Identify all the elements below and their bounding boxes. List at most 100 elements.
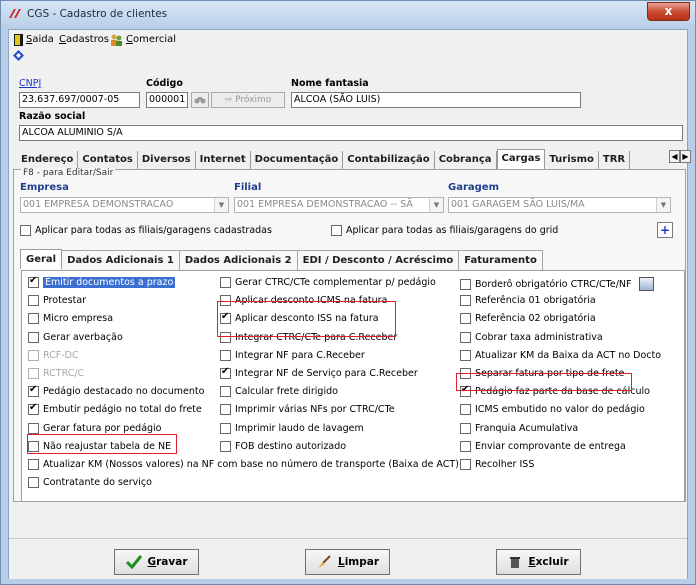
col1-checkbox-8[interactable]: Gerar fatura por pedágio bbox=[28, 422, 162, 434]
toolbar bbox=[9, 49, 687, 65]
empresa-label: Empresa bbox=[20, 182, 69, 193]
binoculars-button[interactable] bbox=[191, 92, 209, 108]
col3-checkbox-7[interactable]: ICMS embutido no valor do pedágio bbox=[460, 404, 645, 416]
navigate-icon[interactable] bbox=[13, 50, 24, 61]
tab-scroll-left-button[interactable]: ◀ bbox=[669, 150, 680, 163]
checkbox-box bbox=[460, 349, 471, 361]
excluir-button[interactable]: Excluir bbox=[496, 549, 581, 575]
garagem-label: Garagem bbox=[448, 182, 499, 193]
add-button[interactable]: + bbox=[657, 222, 673, 238]
col2-checkbox-7[interactable]: Imprimir várias NFs por CTRC/CTe bbox=[220, 404, 395, 416]
aplicar-cadastradas-checkbox[interactable]: Aplicar para todas as filiais/garagens c… bbox=[20, 225, 272, 236]
gravar-button[interactable]: Gravar bbox=[114, 549, 199, 575]
subtab-faturamento[interactable]: Faturamento bbox=[459, 250, 543, 270]
people-icon bbox=[111, 34, 122, 46]
checkbox-box bbox=[460, 422, 471, 434]
tab-diversos[interactable]: Diversos bbox=[138, 151, 196, 170]
cnpj-field[interactable]: 23.637.697/0007-05 bbox=[19, 92, 140, 108]
checkbox-label: Franquia Acumulativa bbox=[475, 422, 579, 434]
col3-checkbox-3[interactable]: Cobrar taxa administrativa bbox=[460, 331, 603, 343]
col2-checkbox-5[interactable]: Integrar NF de Serviço para C.Receber bbox=[220, 366, 418, 379]
razao-social-label: Razão social bbox=[19, 111, 86, 122]
checkbox-box bbox=[28, 331, 39, 343]
checkbox-box bbox=[220, 440, 231, 452]
nome-fantasia-field[interactable]: ALCOA (SÃO LUIS) bbox=[291, 92, 581, 108]
checkbox-box bbox=[460, 440, 471, 452]
subtab-geral[interactable]: Geral bbox=[20, 249, 63, 269]
exit-door-icon bbox=[14, 33, 23, 46]
title-bar[interactable]: CGS - Cadastro de clientes x bbox=[1, 1, 695, 28]
col3-checkbox-0[interactable]: Borderô obrigatório CTRC/CTe/NF bbox=[460, 277, 655, 291]
subtab-dados-adicionais-2[interactable]: Dados Adicionais 2 bbox=[179, 250, 298, 270]
col1-checkbox-4[interactable]: RCF-DC bbox=[28, 349, 79, 361]
checkbox-label: Cobrar taxa administrativa bbox=[475, 331, 603, 343]
tab-cargas[interactable]: Cargas bbox=[496, 149, 546, 170]
checkbox-box bbox=[460, 278, 471, 290]
checkbox-label: Embutir pedágio no total do frete bbox=[43, 404, 202, 416]
col2-checkbox-0[interactable]: Gerar CTRC/CTe complementar p/ pedágio bbox=[220, 277, 436, 288]
checkbox-label: Integrar NF para C.Receber bbox=[235, 349, 365, 361]
col1-checkbox-10[interactable]: Atualizar KM (Nossos valores) na NF com … bbox=[28, 459, 459, 470]
col2-checkbox-9[interactable]: FOB destino autorizado bbox=[220, 440, 347, 452]
tab-cobran-a[interactable]: Cobrança bbox=[435, 151, 497, 170]
calculator-icon[interactable] bbox=[639, 277, 655, 291]
tab-internet[interactable]: Internet bbox=[196, 151, 251, 170]
proximo-button[interactable]: ⇨ Próximo bbox=[211, 92, 285, 108]
checkbox-label: Atualizar KM da Baixa da ACT no Docto bbox=[475, 349, 662, 361]
filial-label: Filial bbox=[234, 182, 262, 193]
broom-icon bbox=[317, 555, 331, 568]
tab-scroll-right-button[interactable]: ▶ bbox=[680, 150, 691, 163]
empresa-combo[interactable]: 001 EMPRESA DEMONSTRACAO ▼ bbox=[20, 197, 229, 213]
checkbox-label: Gerar averbação bbox=[43, 331, 123, 343]
col1-checkbox-1[interactable]: Protestar bbox=[28, 295, 86, 307]
close-button[interactable]: x bbox=[647, 2, 690, 21]
tab-documenta-o[interactable]: Documentação bbox=[251, 151, 344, 170]
col3-checkbox-9[interactable]: Enviar comprovante de entrega bbox=[460, 440, 626, 452]
checkbox-label: Imprimir laudo de lavagem bbox=[235, 422, 364, 434]
checkbox-label: FOB destino autorizado bbox=[235, 440, 347, 452]
tab-scroll-arrows: ◀ ▶ bbox=[669, 150, 691, 163]
tab-contabiliza-o[interactable]: Contabilização bbox=[343, 151, 435, 170]
col1-checkbox-7[interactable]: Embutir pedágio no total do frete bbox=[28, 402, 202, 416]
button-bar: Gravar Limpar Excluir bbox=[9, 538, 687, 579]
limpar-button[interactable]: Limpar bbox=[305, 549, 390, 575]
col3-checkbox-4[interactable]: Atualizar KM da Baixa da ACT no Docto bbox=[460, 349, 662, 361]
window-title: CGS - Cadastro de clientes bbox=[27, 8, 168, 20]
col1-checkbox-3[interactable]: Gerar averbação bbox=[28, 331, 123, 343]
cnpj-label[interactable]: CNPJ bbox=[19, 78, 41, 89]
filial-combo[interactable]: 001 EMPRESA DEMONSTRACAO -- SÃ ▼ bbox=[234, 197, 444, 213]
aplicar-grid-checkbox[interactable]: Aplicar para todas as filiais/garagens d… bbox=[331, 225, 558, 236]
subtab-edi-desconto-acr-scimo[interactable]: EDI / Desconto / Acréscimo bbox=[297, 250, 460, 270]
checkbox-box bbox=[28, 402, 39, 416]
col3-checkbox-2[interactable]: Referência 02 obrigatória bbox=[460, 313, 596, 325]
checkbox-label: Referência 02 obrigatória bbox=[475, 313, 596, 325]
checkbox-box bbox=[220, 404, 231, 416]
garagem-combo[interactable]: 001 GARAGEM SÃO LUIS/MA ▼ bbox=[448, 197, 671, 213]
col2-checkbox-6[interactable]: Calcular frete dirigido bbox=[220, 386, 338, 398]
menu-comercial[interactable]: Comercial bbox=[110, 32, 176, 47]
menu-saida[interactable]: Saida bbox=[14, 32, 54, 47]
checkbox-box bbox=[28, 459, 39, 470]
col1-checkbox-11[interactable]: Contratante do serviço bbox=[28, 477, 152, 489]
col1-checkbox-5[interactable]: RCTRC/C bbox=[28, 368, 84, 379]
checkmark-icon bbox=[125, 555, 142, 569]
col1-checkbox-6[interactable]: Pedágio destacado no documento bbox=[28, 384, 204, 398]
subtab-dados-adicionais-1[interactable]: Dados Adicionais 1 bbox=[62, 250, 180, 270]
razao-social-field[interactable]: ALCOA ALUMINIO S/A bbox=[19, 125, 683, 141]
col3-checkbox-1[interactable]: Referência 01 obrigatória bbox=[460, 295, 596, 307]
tab-turismo[interactable]: Turismo bbox=[545, 151, 599, 170]
col2-checkbox-4[interactable]: Integrar NF para C.Receber bbox=[220, 349, 365, 361]
codigo-field[interactable]: 000001 bbox=[146, 92, 188, 108]
col1-checkbox-0[interactable]: Emitir documentos a prazo bbox=[28, 275, 176, 288]
checkbox-label: Emitir documentos a prazo bbox=[43, 277, 176, 288]
checkbox-label: Calcular frete dirigido bbox=[235, 386, 338, 398]
arrow-right-icon: ⇨ bbox=[224, 95, 236, 105]
tab-trr[interactable]: TRR bbox=[599, 151, 631, 170]
highlight-separar-fatura bbox=[456, 373, 632, 391]
col3-checkbox-10[interactable]: Recolher ISS bbox=[460, 459, 534, 470]
checkbox-box bbox=[220, 366, 231, 379]
menu-cadastros[interactable]: Cadastros bbox=[59, 32, 109, 47]
col1-checkbox-2[interactable]: Micro empresa bbox=[28, 313, 113, 325]
col3-checkbox-8[interactable]: Franquia Acumulativa bbox=[460, 422, 579, 434]
col2-checkbox-8[interactable]: Imprimir laudo de lavagem bbox=[220, 422, 364, 434]
